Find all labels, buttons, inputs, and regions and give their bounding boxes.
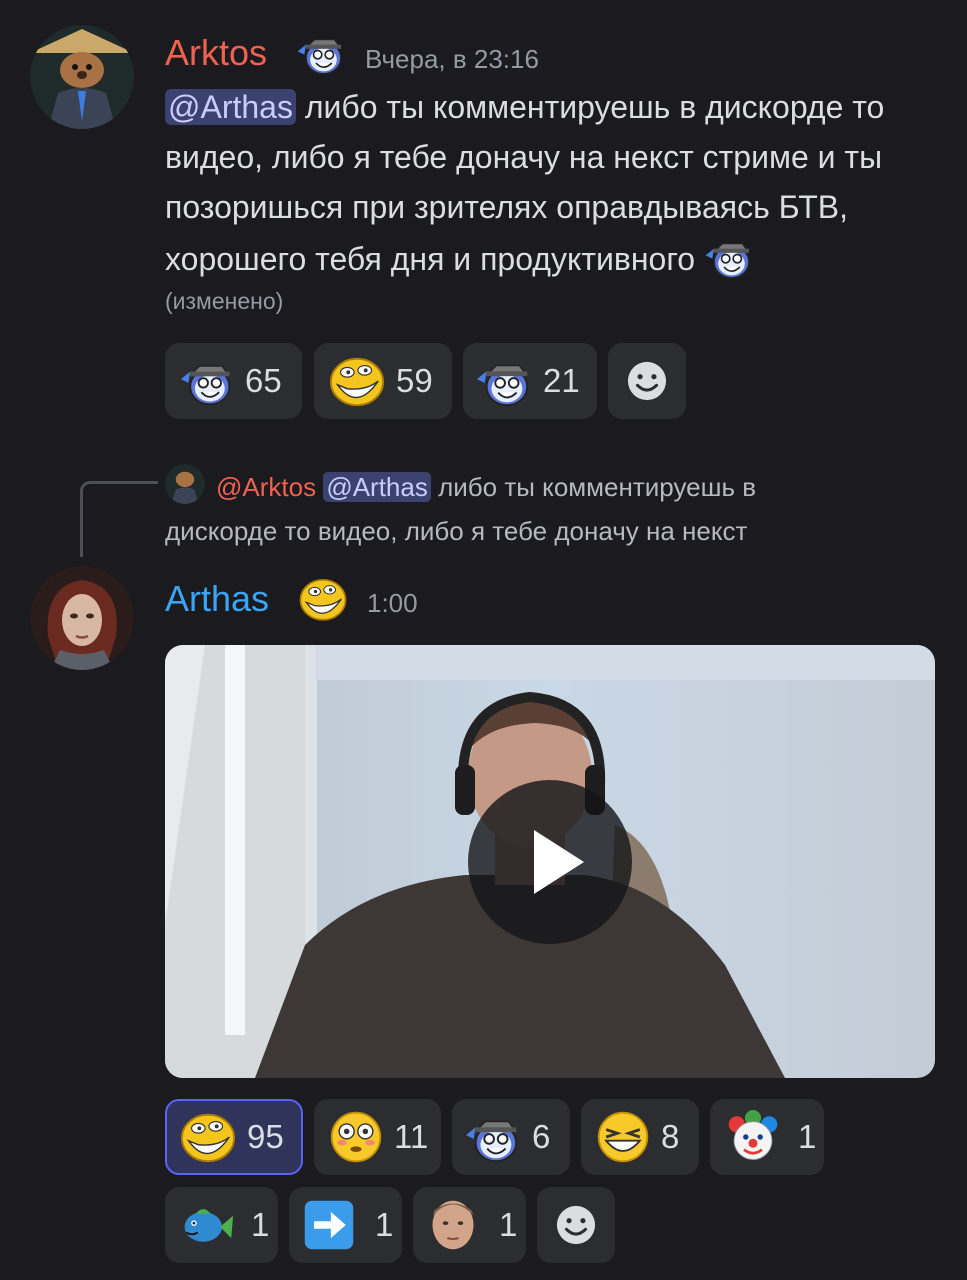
reaction-button[interactable]: 6: [452, 1099, 570, 1175]
reply-connector: [80, 481, 158, 557]
clown-emoji: [726, 1110, 780, 1164]
reaction-count: 11: [394, 1118, 429, 1155]
reaction-count: 21: [543, 362, 580, 399]
person-face-emoji: [425, 1197, 481, 1253]
avatar[interactable]: [30, 566, 134, 670]
reaction-button[interactable]: 1: [165, 1187, 278, 1263]
reaction-button[interactable]: 11: [314, 1099, 441, 1175]
reaction-button[interactable]: 59: [314, 343, 452, 419]
reaction-count: 1: [499, 1206, 518, 1243]
reply-avatar: [165, 464, 205, 504]
reply-author[interactable]: @Arktos: [216, 472, 316, 502]
avatar[interactable]: [30, 25, 134, 129]
play-icon: [534, 830, 584, 894]
reaction-button[interactable]: 95: [165, 1099, 303, 1175]
reaction-button[interactable]: 65: [165, 343, 302, 419]
username-badge-icon: [296, 28, 346, 78]
fish-emoji: [179, 1197, 235, 1253]
username[interactable]: Arktos: [165, 32, 267, 74]
message-timestamp: Вчера, в 23:16: [365, 44, 539, 74]
nerd-hat-blue-emoji: [475, 352, 533, 410]
video-attachment[interactable]: [165, 645, 935, 1078]
add-reaction-button[interactable]: [537, 1187, 615, 1263]
reaction-count: 65: [245, 362, 282, 399]
add-reaction-icon: [550, 1199, 602, 1251]
arrow-right-emoji: [301, 1197, 357, 1253]
reaction-count: 95: [247, 1118, 284, 1155]
add-reaction-icon: [621, 355, 673, 407]
troll-face-emoji: [328, 352, 386, 410]
user-mention[interactable]: @Arthas: [165, 89, 296, 125]
reaction-count: 1: [375, 1206, 394, 1243]
reaction-count: 1: [798, 1118, 817, 1155]
reply-text: либо ты комментируешь в: [438, 472, 757, 502]
add-reaction-button[interactable]: [608, 343, 686, 419]
username-badge-icon: [298, 574, 348, 624]
squint-grin-emoji: [595, 1109, 651, 1165]
username[interactable]: Arthas: [165, 578, 269, 620]
nerd-hat-emoji: [179, 353, 235, 409]
reply-text: дискорде то видео, либо я тебе доначу на…: [165, 516, 748, 546]
nerd-hat-emoji: [464, 1108, 522, 1166]
flushed-face-emoji: [328, 1109, 384, 1165]
edited-label: (изменено): [165, 288, 284, 314]
message-content: @Arthas либо ты комментируешь в дискорде…: [165, 82, 945, 284]
reaction-button[interactable]: 1: [413, 1187, 526, 1263]
message-timestamp: 1:00: [367, 588, 418, 618]
reaction-count: 59: [396, 362, 433, 399]
reaction-count: 1: [251, 1206, 270, 1243]
reaction-count: 6: [532, 1118, 551, 1155]
reaction-button[interactable]: 21: [463, 343, 597, 419]
reply-preview[interactable]: @Arktos @Arthas либо ты комментируешь в: [216, 465, 916, 509]
troll-face-emoji: [179, 1108, 237, 1166]
reaction-button[interactable]: 8: [581, 1099, 699, 1175]
nerd-hat-emoji: [704, 232, 754, 282]
reaction-count: 8: [661, 1118, 680, 1155]
play-button[interactable]: [468, 780, 632, 944]
reaction-button[interactable]: 1: [710, 1099, 824, 1175]
reaction-button[interactable]: 1: [289, 1187, 402, 1263]
user-mention[interactable]: @Arthas: [323, 472, 431, 502]
